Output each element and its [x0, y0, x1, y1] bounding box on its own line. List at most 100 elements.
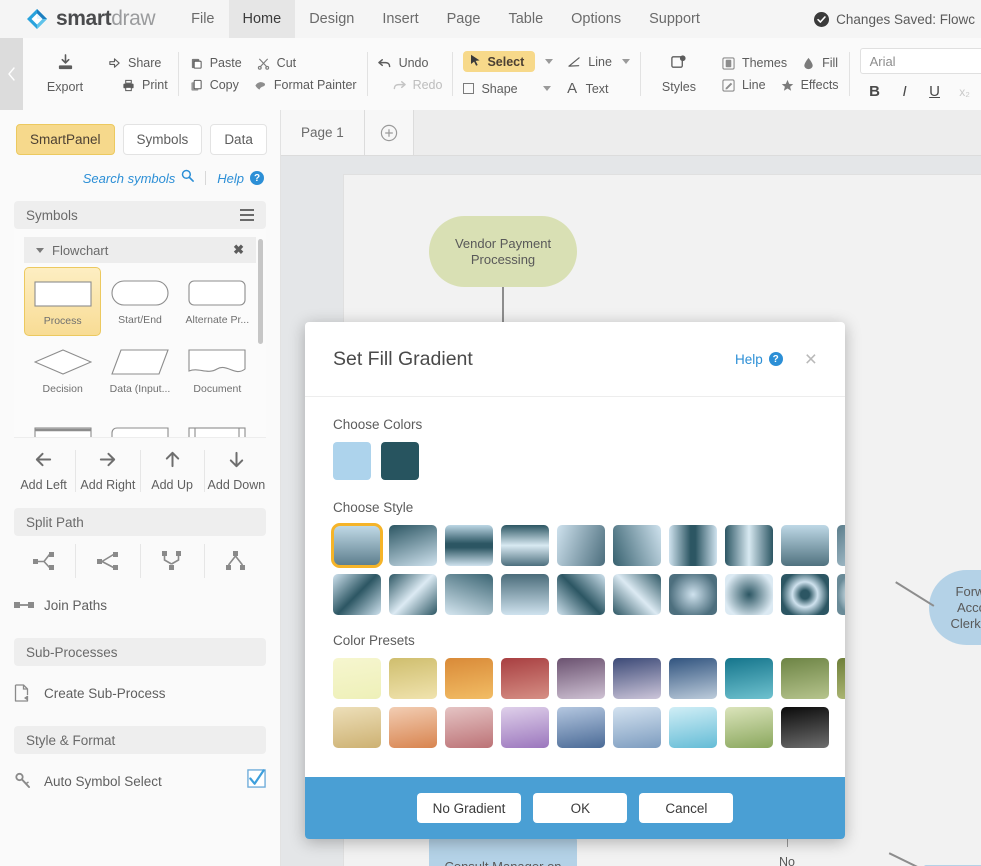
split-path-option-3[interactable]	[141, 544, 205, 578]
gradient-style-banded-vertical-dark-mid[interactable]	[669, 525, 717, 566]
gradient-style-linear-vertical-light-upper[interactable]	[781, 525, 829, 566]
gradient-style-radial-dark-center[interactable]	[725, 574, 773, 615]
color-preset-sage-green[interactable]	[725, 707, 773, 748]
panel-tab-symbols[interactable]: Symbols	[123, 124, 203, 155]
color-preset-sky-cyan[interactable]	[669, 707, 717, 748]
symbol-item-alternate-process[interactable]: Alternate Pr...	[179, 267, 256, 334]
gradient-style-linear-diagonal-dark-left[interactable]	[613, 525, 661, 566]
symbol-item-extra-3[interactable]	[179, 403, 256, 438]
gradient-style-linear-diagonal-soft[interactable]	[837, 525, 845, 566]
add-down-button[interactable]: Add Down	[205, 450, 268, 492]
gradient-style-diagonal-band-reverse-dark[interactable]	[557, 574, 605, 615]
menu-item-page[interactable]: Page	[433, 0, 495, 38]
shape-tool-button[interactable]: Shape	[463, 82, 517, 96]
chevron-down-icon[interactable]	[36, 248, 44, 253]
subscript-button[interactable]: x₂	[950, 85, 980, 99]
menu-item-file[interactable]: File	[177, 0, 228, 38]
auto-symbol-select-row[interactable]: Auto Symbol Select	[0, 764, 280, 798]
color-preset-teal[interactable]	[725, 658, 773, 699]
search-icon[interactable]	[181, 169, 194, 187]
symbol-item-start-end[interactable]: Start/End	[101, 267, 178, 334]
add-up-button[interactable]: Add Up	[141, 450, 205, 492]
panel-tab-data[interactable]: Data	[210, 124, 267, 155]
help-question-icon[interactable]: ?	[250, 171, 264, 185]
color-preset-olive-green[interactable]	[781, 658, 829, 699]
color-preset-pale-blue[interactable]	[613, 707, 661, 748]
color-preset-sand[interactable]	[333, 707, 381, 748]
search-symbols-link[interactable]: Search symbols	[83, 171, 175, 186]
export-button[interactable]: Export	[37, 54, 93, 94]
split-path-option-1[interactable]	[12, 544, 76, 578]
gradient-style-banded-vertical-light-mid[interactable]	[725, 525, 773, 566]
menu-item-support[interactable]: Support	[635, 0, 714, 38]
cancel-button[interactable]: Cancel	[639, 793, 733, 823]
set-fill-gradient-dialog[interactable]: Set Fill Gradient Help ? × Choose Colors…	[305, 322, 845, 839]
symbol-item-extra-2[interactable]	[101, 403, 178, 438]
gradient-color-start-swatch[interactable]	[333, 442, 371, 480]
symbols-scrollbar[interactable]	[258, 239, 263, 344]
split-path-option-4[interactable]	[205, 544, 268, 578]
flow-node-forward-invoice[interactable]: Forward Invoice to Accounts Payable Cler…	[929, 570, 981, 645]
color-preset-rose[interactable]	[445, 707, 493, 748]
italic-button[interactable]: I	[890, 83, 920, 100]
color-preset-plum[interactable]	[557, 658, 605, 699]
symbol-category-close-icon[interactable]: ✖	[233, 242, 244, 258]
symbols-menu-icon[interactable]	[240, 209, 254, 221]
cut-button[interactable]: Cut	[256, 56, 296, 70]
gradient-color-end-swatch[interactable]	[381, 442, 419, 480]
dialog-help-question-icon[interactable]: ?	[769, 352, 783, 366]
gradient-style-diagonal-band-light[interactable]	[389, 574, 437, 615]
effects-button[interactable]: Effects	[780, 78, 839, 92]
dialog-close-icon[interactable]: ×	[805, 349, 817, 370]
menu-item-home[interactable]: Home	[229, 0, 296, 38]
menu-item-options[interactable]: Options	[557, 0, 635, 38]
themes-button[interactable]: Themes	[721, 56, 787, 70]
share-button[interactable]: Share	[107, 56, 168, 70]
bold-button[interactable]: B	[860, 83, 890, 100]
undo-button[interactable]: Undo	[378, 56, 443, 70]
color-preset-moss-green[interactable]	[837, 658, 845, 699]
help-link[interactable]: Help	[217, 171, 244, 186]
gradient-style-radial-ring-light[interactable]	[837, 574, 845, 615]
select-dropdown-caret-icon[interactable]	[545, 59, 553, 64]
menu-item-table[interactable]: Table	[494, 0, 557, 38]
copy-button[interactable]: Copy	[189, 78, 239, 92]
color-preset-orange[interactable]	[445, 658, 493, 699]
symbol-item-decision[interactable]: Decision	[24, 336, 101, 403]
fill-button[interactable]: Fill	[801, 56, 838, 70]
styles-button[interactable]: Styles	[651, 54, 707, 94]
color-preset-lavender[interactable]	[501, 707, 549, 748]
select-tool-button[interactable]: Select	[463, 51, 535, 72]
line-tool-button[interactable]: Line	[567, 55, 612, 69]
add-page-button[interactable]	[365, 110, 414, 155]
gradient-style-banded-horizontal-dark-mid[interactable]	[445, 525, 493, 566]
menu-item-design[interactable]: Design	[295, 0, 368, 38]
split-path-option-2[interactable]	[76, 544, 140, 578]
color-preset-indigo[interactable]	[613, 658, 661, 699]
add-left-button[interactable]: Add Left	[12, 450, 76, 492]
format-painter-button[interactable]: Format Painter	[253, 78, 357, 92]
flow-node-consult-manager[interactable]: Consult Manager on Discrepancy	[429, 835, 577, 866]
line-dropdown-caret-icon[interactable]	[622, 59, 630, 64]
gradient-style-diagonal-band-dark[interactable]	[333, 574, 381, 615]
color-preset-pale-yellow[interactable]	[333, 658, 381, 699]
symbol-item-data-input[interactable]: Data (Input...	[101, 336, 178, 403]
gradient-style-diagonal-band-reverse-light[interactable]	[613, 574, 661, 615]
brand-logo[interactable]: smartdraw	[0, 7, 177, 31]
line-format-button[interactable]: Line	[721, 78, 766, 92]
gradient-style-linear-vertical-dark-top[interactable]	[445, 574, 493, 615]
ok-button[interactable]: OK	[533, 793, 627, 823]
text-tool-button[interactable]: A Text	[565, 80, 609, 97]
symbols-scroll-region[interactable]: Flowchart ✖ Process Start/End	[14, 229, 266, 438]
gradient-style-radial-light-center[interactable]	[669, 574, 717, 615]
no-gradient-button[interactable]: No Gradient	[417, 793, 522, 823]
flow-node-terminator[interactable]: Vendor Payment Processing	[429, 216, 577, 287]
gradient-style-banded-horizontal-light-mid[interactable]	[501, 525, 549, 566]
color-preset-peach[interactable]	[389, 707, 437, 748]
color-preset-khaki-gold[interactable]	[389, 658, 437, 699]
symbol-item-process[interactable]: Process	[24, 267, 101, 336]
auto-symbol-select-checkbox[interactable]	[247, 769, 266, 793]
font-family-input[interactable]: Arial	[860, 48, 981, 74]
panel-tab-smartpanel[interactable]: SmartPanel	[16, 124, 115, 155]
redo-button[interactable]: Redo	[392, 78, 443, 92]
